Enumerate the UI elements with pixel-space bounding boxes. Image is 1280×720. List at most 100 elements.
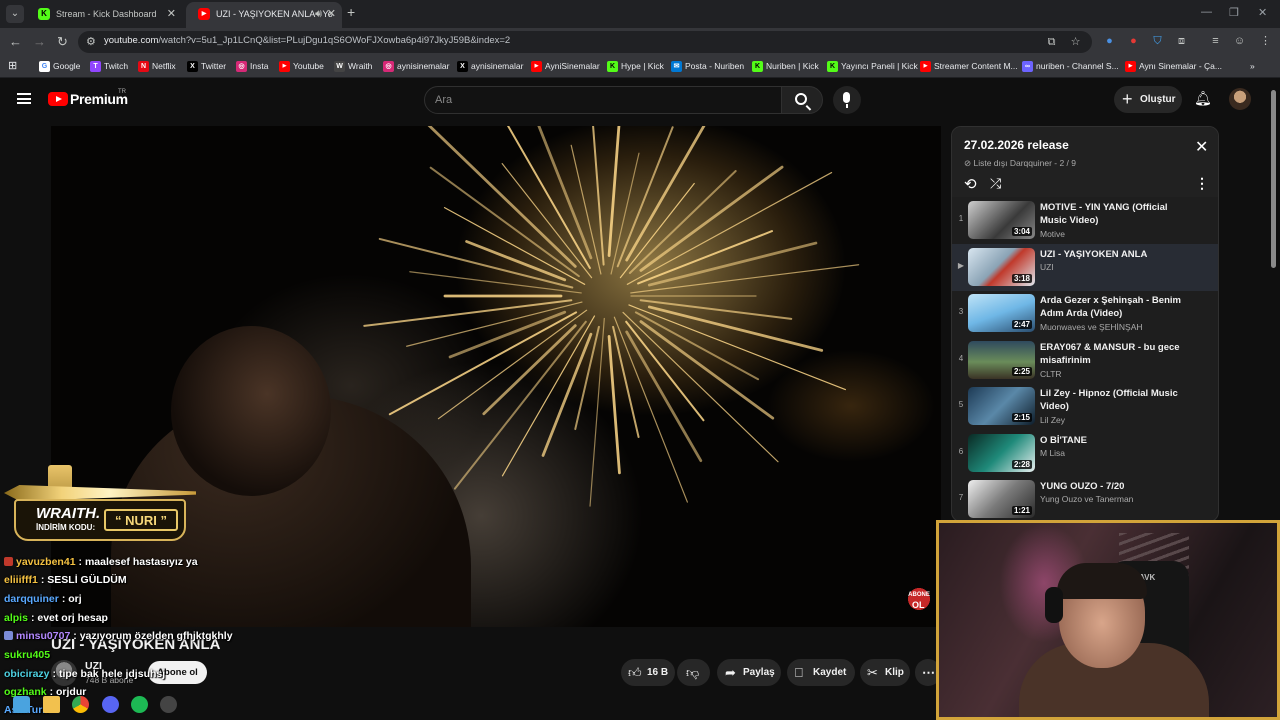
playlist-video-title[interactable]: O Bİ'TANE xyxy=(1040,434,1190,447)
extension-icon[interactable]: ● xyxy=(1102,34,1117,49)
bookmark-netflix[interactable]: N Netflix xyxy=(138,61,176,72)
file-explorer-icon[interactable] xyxy=(43,696,60,713)
playlist-item[interactable]: 6 2:28 O Bİ'TANE M Lisa xyxy=(952,430,1218,477)
extension-icon[interactable]: ● xyxy=(1126,34,1141,49)
forward-icon[interactable]: → xyxy=(33,34,46,49)
video-thumbnail[interactable]: 3:18 xyxy=(968,247,1035,286)
close-tab-icon[interactable]: ✕ xyxy=(167,2,176,26)
loop-icon[interactable]: ⟲ xyxy=(964,175,977,193)
taskbar xyxy=(0,690,940,720)
playlist-video-title[interactable]: Arda Gezer x Şehinşah - Benim Adım Arda … xyxy=(1040,294,1190,320)
new-tab-button[interactable]: + xyxy=(347,4,355,20)
chat-username: alpis xyxy=(4,612,28,624)
video-thumbnail[interactable]: 2:15 xyxy=(968,387,1035,425)
playlist-video-title[interactable]: ERAY067 & MANSUR - bu gece misafirinim xyxy=(1040,341,1190,367)
playlist-item[interactable]: 5 2:15 Lil Zey - Hipnoz (Official Music Vi… xyxy=(952,383,1218,430)
video-thumbnail[interactable]: 2:28 xyxy=(968,433,1035,472)
minimize-icon[interactable]: — xyxy=(1201,6,1212,18)
search-input[interactable]: Ara xyxy=(424,86,782,114)
playlist-video-title[interactable]: UZI - YAŞIYOKEN ANLA xyxy=(1040,248,1190,261)
bookmark-google[interactable]: G Google xyxy=(39,61,80,72)
clip-button[interactable]: ✂ Klip xyxy=(860,659,910,686)
bookmark-wraith[interactable]: W Wraith xyxy=(334,61,372,72)
tab-search-button[interactable]: ⌄ xyxy=(6,5,24,23)
kick-icon: K xyxy=(607,61,618,72)
like-button[interactable]: 👍︎ 16 B xyxy=(621,659,675,686)
playlist-item[interactable]: 4 2:25 ERAY067 & MANSUR - bu gece misafiri… xyxy=(952,337,1218,384)
save-button[interactable]: ⎕ Kaydet xyxy=(787,659,855,686)
windows-start-icon[interactable] xyxy=(13,696,30,713)
firework-ray xyxy=(607,335,621,475)
apps-grid-icon[interactable]: ⊞ xyxy=(8,59,17,72)
chat-message: eliiifff1: SESLİ GÜLDÜM xyxy=(4,574,127,586)
account-avatar[interactable] xyxy=(1229,88,1251,110)
back-icon[interactable]: ← xyxy=(9,34,22,49)
bookmark-twitter[interactable]: X Twitter xyxy=(187,61,226,72)
extensions-puzzle-icon[interactable]: ⧈ xyxy=(1174,34,1189,49)
playlist-video-title[interactable]: Lil Zey - Hipnoz (Official Music Video) xyxy=(1040,387,1190,413)
create-button[interactable]: + Oluştur xyxy=(1114,86,1182,113)
discord-icon[interactable] xyxy=(102,696,119,713)
bookmark-hype-kick[interactable]: K Hype | Kick xyxy=(607,61,664,72)
playlist-item[interactable]: 7 1:21 YUNG OUZO - 7/20 Yung Ouzo ve Tanerm… xyxy=(952,476,1218,521)
playlist-index: 3 xyxy=(958,307,964,316)
playlist-video-title[interactable]: YUNG OUZO - 7/20 xyxy=(1040,480,1190,493)
browser-tab-bar: ⌄ K Stream - Kick Dashboard ✕ ▶ UZI - YA… xyxy=(0,0,1280,28)
close-icon[interactable]: ✕ xyxy=(1195,140,1208,156)
chrome-icon[interactable] xyxy=(72,696,89,713)
share-button[interactable]: ➦ Paylaş xyxy=(717,659,781,686)
search-button[interactable] xyxy=(781,86,823,114)
tab-youtube-video[interactable]: ▶ UZI - YAŞIYOKEN ANLA - Yo 🔊︎ ✕ xyxy=(186,2,342,28)
site-info-icon[interactable]: ⚙ xyxy=(86,35,96,48)
maximize-icon[interactable]: ❐ xyxy=(1229,6,1239,19)
playlist-item[interactable]: ▶ 3:18 UZI - YAŞIYOKEN ANLA UZI xyxy=(952,243,1218,291)
close-window-icon[interactable]: ✕ xyxy=(1258,6,1267,19)
bookmark-star-icon[interactable]: ☆ xyxy=(1068,35,1083,50)
tab-kick-dashboard[interactable]: K Stream - Kick Dashboard ✕ xyxy=(26,2,182,28)
voice-search-button[interactable] xyxy=(833,86,861,114)
bookmark-posta[interactable]: ✉ Posta - Nuriben xyxy=(671,61,744,72)
notifications-bell-icon[interactable]: 🔔︎ xyxy=(1194,90,1212,106)
close-tab-icon[interactable]: ✕ xyxy=(327,2,336,26)
dislike-button[interactable]: 👎︎ xyxy=(677,659,710,686)
video-thumbnail[interactable]: 2:25 xyxy=(968,340,1035,379)
bookmark-insta[interactable]: ◎ Insta xyxy=(236,61,268,72)
spotify-icon[interactable] xyxy=(131,696,148,713)
video-thumbnail[interactable]: 2:47 xyxy=(968,294,1035,332)
menu-icon[interactable] xyxy=(17,93,31,104)
bookmark-instagram-aynisinemalar[interactable]: ◎ aynisinemalar xyxy=(383,61,449,72)
reload-icon[interactable]: ↻ xyxy=(57,34,68,50)
bookmark-nuriben-kick[interactable]: K Nuriben | Kick xyxy=(752,61,819,72)
profile-icon[interactable]: ☺ xyxy=(1232,34,1247,49)
bookmark-streamer-content[interactable]: ▶ Streamer Content M... xyxy=(920,61,1018,72)
app-icon[interactable] xyxy=(160,696,177,713)
video-thumbnail[interactable]: 1:21 xyxy=(968,480,1035,518)
playlist-video-title[interactable]: MOTIVE - YIN YANG (Official Music Video) xyxy=(1040,201,1190,227)
page-scrollbar[interactable] xyxy=(1271,90,1276,268)
chat-badge-icon xyxy=(4,557,13,566)
bookmark-twitch[interactable]: T Twitch xyxy=(90,61,128,72)
video-thumbnail[interactable]: 3:04 xyxy=(968,201,1035,239)
bookmark-yayinci-paneli[interactable]: K Yayıncı Paneli | Kick xyxy=(827,61,918,72)
firework-ray xyxy=(647,305,824,352)
browser-menu-icon[interactable]: ⋮ xyxy=(1258,34,1273,49)
bookmark-youtube[interactable]: ▶ Youtube xyxy=(279,61,324,72)
playlist-title[interactable]: 27.02.2026 release xyxy=(964,138,1069,152)
playlist-item[interactable]: 1 3:04 MOTIVE - YIN YANG (Official Music V… xyxy=(952,197,1218,244)
bookmark-youtube-aynisinemalar[interactable]: ▶ AyniSinemalar xyxy=(531,61,600,72)
install-app-icon[interactable]: ⧉ xyxy=(1044,35,1059,50)
more-bookmarks-icon[interactable]: » xyxy=(1250,61,1255,71)
media-controls-icon[interactable]: ≡ xyxy=(1208,34,1223,49)
shuffle-icon[interactable]: ⤮ xyxy=(990,175,1001,192)
address-bar[interactable]: ⚙ youtube.com/watch?v=5u1_Jp1LCnQ&list=P… xyxy=(78,31,1092,53)
speaker-icon[interactable]: 🔊︎ xyxy=(315,2,322,26)
bookmark-ayni-sinemalar[interactable]: ▶ Aynı Sinemalar - Ça... xyxy=(1125,61,1222,72)
shield-icon[interactable]: ⛉ xyxy=(1150,34,1165,49)
bookmark-x-aynisinemalar[interactable]: Xaynisinemalar xyxy=(457,61,523,72)
more-vertical-icon[interactable]: ⋮ xyxy=(1195,175,1209,192)
youtube-logo-icon[interactable] xyxy=(48,92,68,106)
playlist-item[interactable]: 3 2:47 Arda Gezer x Şehinşah - Benim Adım … xyxy=(952,290,1218,337)
video-player[interactable] xyxy=(51,126,941,627)
chat-text: SESLİ GÜLDÜM xyxy=(47,574,127,586)
bookmark-channel-settings[interactable]: ∞ nuriben - Channel S... xyxy=(1022,61,1119,72)
